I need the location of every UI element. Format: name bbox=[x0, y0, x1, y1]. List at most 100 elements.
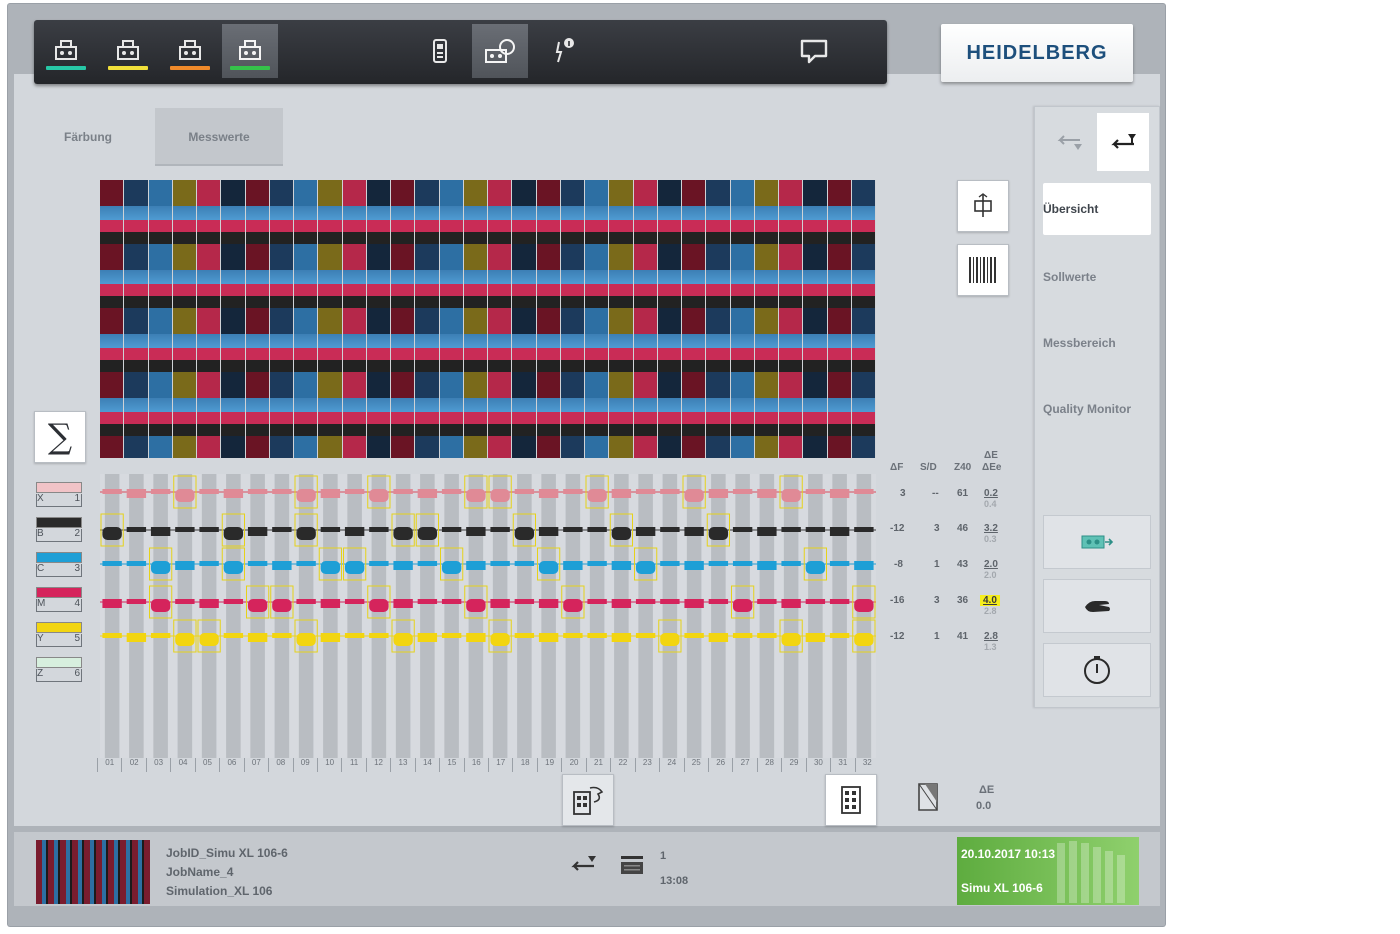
barcode-button[interactable] bbox=[957, 244, 1009, 296]
zone-bar bbox=[153, 474, 168, 758]
legend-item-x[interactable]: X1 bbox=[34, 478, 84, 510]
sheet-column bbox=[100, 180, 125, 458]
legend-item-b[interactable]: B2 bbox=[34, 513, 84, 545]
ink-deviation-mark bbox=[635, 527, 656, 536]
ink-deviation-mark bbox=[199, 561, 219, 566]
printing-unit-icon bbox=[239, 40, 261, 60]
nav-label: Quality Monitor bbox=[1043, 402, 1131, 416]
legend-item-c[interactable]: C3 bbox=[34, 548, 84, 580]
hand-button[interactable] bbox=[1043, 579, 1151, 633]
ink-deviation-mark bbox=[829, 527, 850, 536]
ink-deviation-mark bbox=[441, 489, 462, 494]
zone-bar bbox=[371, 474, 387, 758]
nav-label: Sollwerte bbox=[1043, 270, 1097, 284]
ink-deviation-mark bbox=[684, 489, 704, 502]
ink-deviation-mark bbox=[417, 489, 438, 498]
zone-bar bbox=[565, 474, 581, 758]
ink-deviation-mark bbox=[175, 633, 195, 646]
ink-deviation-mark bbox=[441, 599, 462, 604]
machine-status-panel[interactable]: 20.10.2017 10:13 Simu XL 106-6 bbox=[957, 837, 1139, 905]
legend-item-y[interactable]: Y5 bbox=[34, 618, 84, 650]
zone-number: 11 bbox=[341, 758, 365, 772]
zone-number: 15 bbox=[439, 758, 463, 772]
sheet-column bbox=[512, 180, 537, 458]
ink-deviation-mark bbox=[344, 633, 365, 638]
ink-zone-profile[interactable] bbox=[100, 474, 876, 758]
message-button[interactable] bbox=[786, 24, 842, 78]
handheld-device-button[interactable] bbox=[412, 24, 468, 78]
mode-toggle-left[interactable] bbox=[1043, 113, 1095, 171]
ink-deviation-mark bbox=[175, 489, 195, 502]
ink-deviation-mark bbox=[684, 561, 704, 570]
mode-toggle-right[interactable] bbox=[1097, 113, 1149, 171]
ink-deviation-mark bbox=[587, 599, 607, 604]
sum-button[interactable]: ∑ bbox=[34, 411, 86, 463]
legend-item-z[interactable]: Z6 bbox=[34, 653, 84, 685]
ink-deviation-mark bbox=[102, 633, 122, 638]
zone-transfer-icon bbox=[573, 786, 604, 815]
legend-letter: X bbox=[37, 493, 44, 504]
ink-deviation-mark bbox=[126, 527, 147, 532]
color-swatch bbox=[36, 482, 82, 493]
sheet-column bbox=[754, 180, 779, 458]
ink-deviation-mark bbox=[757, 489, 777, 498]
sheet-corner-icon[interactable] bbox=[915, 780, 945, 819]
ink-deviation-mark bbox=[441, 633, 462, 638]
ink-deviation-mark bbox=[247, 599, 268, 612]
top-toolbar bbox=[34, 20, 887, 84]
zone-bar bbox=[492, 474, 508, 758]
ink-deviation-mark bbox=[102, 599, 122, 608]
ink-deviation-mark bbox=[344, 489, 365, 494]
ink-deviation-mark bbox=[272, 527, 292, 532]
side-nav-uebersicht[interactable]: Übersicht bbox=[1043, 183, 1151, 235]
sheet-stack-icon bbox=[618, 852, 646, 883]
alert-info-icon bbox=[555, 38, 574, 63]
ink-keys-button[interactable] bbox=[825, 774, 877, 826]
split-view-button[interactable] bbox=[957, 180, 1009, 232]
side-nav-quality-monitor[interactable]: Quality Monitor bbox=[1043, 383, 1151, 435]
ink-deviation-mark bbox=[514, 561, 535, 566]
zone-bar bbox=[735, 474, 750, 758]
ink-deviation-mark bbox=[854, 527, 874, 532]
legend-letter: Y bbox=[37, 633, 44, 644]
zone-bar bbox=[517, 474, 532, 758]
printing-unit-1-button[interactable] bbox=[38, 24, 94, 78]
header-z40: Z40 bbox=[954, 462, 972, 473]
sheet-column bbox=[318, 180, 343, 458]
zone-number: 09 bbox=[292, 758, 317, 772]
zone-number: 27 bbox=[732, 758, 756, 772]
side-nav-sollwerte[interactable]: Sollwerte bbox=[1043, 251, 1151, 303]
table-row: -16 3 36 4.0 2.8 bbox=[880, 589, 1008, 619]
ink-deviation-mark bbox=[490, 561, 510, 566]
tab-faerbung[interactable]: Färbung bbox=[26, 108, 150, 166]
ink-deviation-mark bbox=[223, 527, 244, 540]
ink-deviation-mark bbox=[732, 561, 753, 566]
measure-console-button[interactable] bbox=[472, 24, 528, 78]
zone-transfer-button[interactable] bbox=[562, 774, 614, 826]
alert-info-button[interactable] bbox=[536, 24, 592, 78]
timer-button[interactable] bbox=[1043, 643, 1151, 697]
side-nav-messbereich[interactable]: Messbereich bbox=[1043, 317, 1151, 369]
ink-zones-button[interactable] bbox=[1043, 515, 1151, 569]
legend-item-m[interactable]: M4 bbox=[34, 583, 84, 615]
zone-bar bbox=[638, 474, 653, 758]
ink-deviation-mark bbox=[247, 561, 268, 566]
heidelberg-logo: HEIDELBERG bbox=[941, 24, 1133, 82]
printing-unit-2-button[interactable] bbox=[100, 24, 156, 78]
printing-unit-4-button[interactable] bbox=[222, 24, 278, 78]
ink-deviation-mark bbox=[466, 527, 486, 536]
header-delta-ee: ΔEe bbox=[982, 462, 1002, 473]
ink-deviation-mark bbox=[320, 633, 341, 642]
print-sheet-preview[interactable] bbox=[100, 180, 876, 458]
ink-profile-chart bbox=[100, 474, 876, 758]
ink-deviation-mark bbox=[126, 633, 147, 642]
job-thumbnail[interactable] bbox=[36, 840, 150, 904]
tab-messwerte[interactable]: Messwerte bbox=[155, 108, 283, 166]
sheet-column bbox=[366, 180, 391, 458]
ink-deviation-mark bbox=[102, 489, 122, 494]
printing-unit-3-button[interactable] bbox=[162, 24, 218, 78]
ink-deviation-mark bbox=[708, 633, 729, 642]
ink-deviation-mark bbox=[611, 633, 632, 642]
zone-number: 07 bbox=[243, 758, 268, 772]
zone-bar bbox=[298, 474, 314, 758]
